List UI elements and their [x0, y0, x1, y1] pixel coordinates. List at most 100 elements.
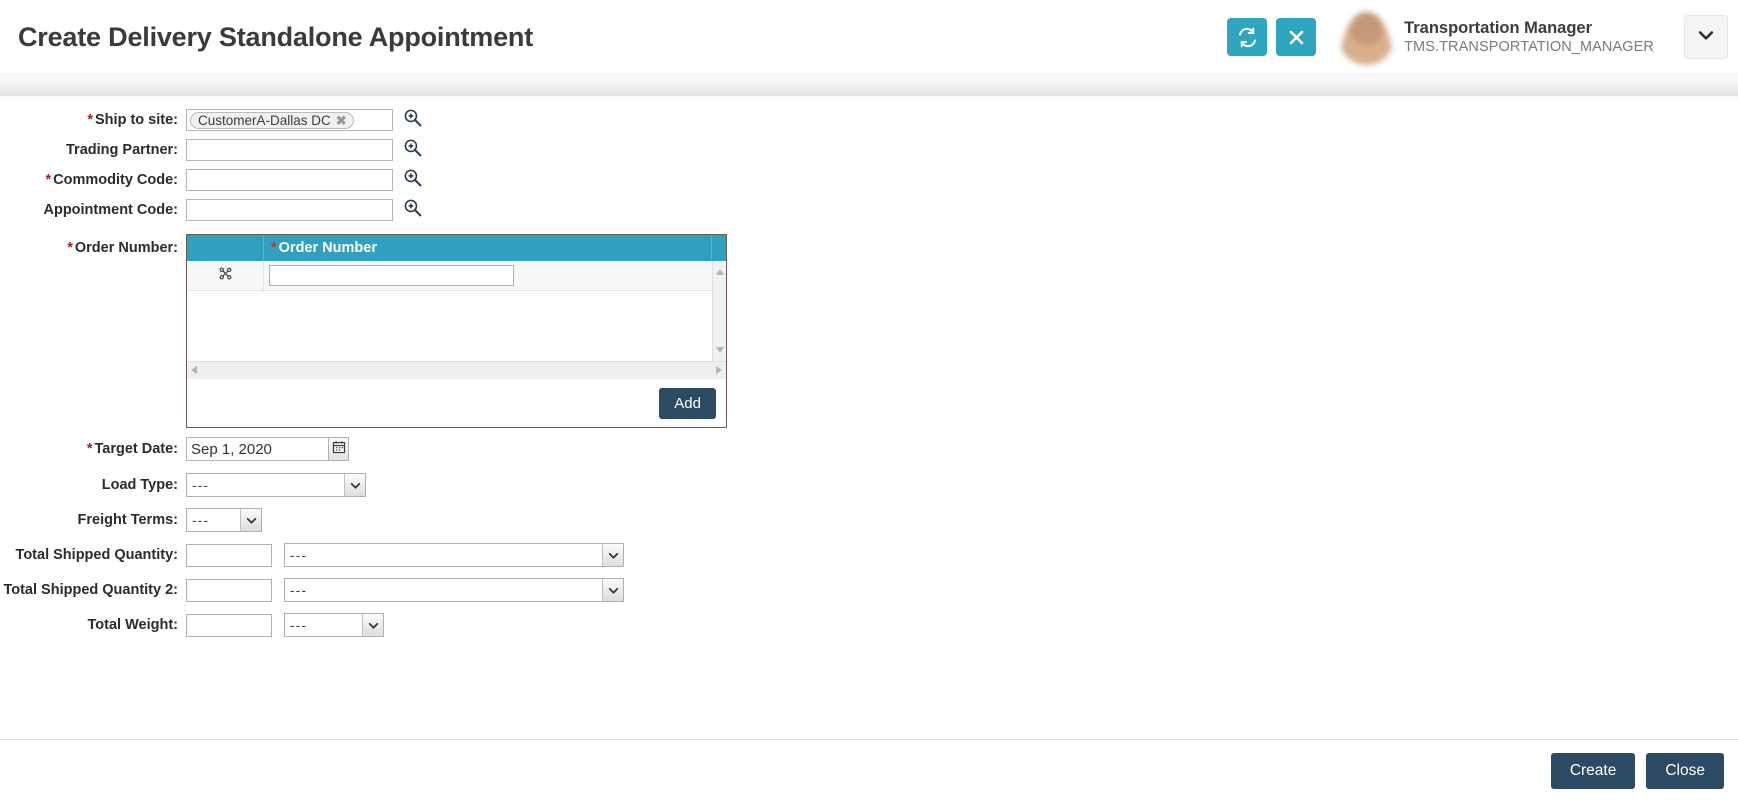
chevron-down-icon: [240, 509, 261, 531]
scroll-right-icon[interactable]: [715, 362, 723, 380]
search-lookup-icon: [403, 168, 422, 192]
page-title: Create Delivery Standalone Appointment: [18, 21, 534, 52]
load-type-select[interactable]: ---: [186, 473, 366, 497]
order-number-label: * Order Number:: [67, 240, 178, 256]
chevron-down-icon: [362, 614, 383, 636]
search-lookup-icon: [403, 198, 422, 222]
scroll-up-icon[interactable]: [715, 263, 725, 281]
required-marker: *: [86, 441, 93, 457]
target-date-label: * Target Date:: [86, 441, 178, 457]
search-lookup-icon: [403, 108, 422, 132]
ship-to-site-chip[interactable]: CustomerA-Dallas DC ✖: [190, 111, 354, 129]
grid-header-order-number: * Order Number: [264, 235, 712, 261]
load-type-label: Load Type:: [101, 477, 178, 493]
grid-body: [187, 261, 726, 361]
field-row-order-number: * Order Number: * Order Number Add: [0, 234, 1738, 428]
freight-terms-select[interactable]: ---: [186, 508, 262, 532]
target-date-calendar-button[interactable]: [328, 437, 349, 461]
grid-header-label: Order Number: [278, 240, 377, 256]
header-actions: Transportation Manager TMS.TRANSPORTATIO…: [1227, 0, 1738, 74]
close-button[interactable]: Close: [1646, 752, 1724, 789]
total-weight-input[interactable]: [186, 613, 272, 637]
field-row-appointment-code: Appointment Code:: [0, 195, 1738, 225]
total-shipped-quantity-uom-select[interactable]: ---: [284, 543, 624, 567]
ship-to-site-input[interactable]: CustomerA-Dallas DC ✖: [186, 109, 393, 131]
order-number-grid: * Order Number Add: [186, 234, 727, 428]
total-weight-uom-select[interactable]: ---: [284, 613, 384, 637]
add-order-button[interactable]: Add: [659, 387, 716, 419]
required-marker: *: [271, 240, 277, 256]
field-row-trading-partner: Trading Partner:: [0, 135, 1738, 165]
total-shipped-quantity-label: Total Shipped Quantity:: [15, 547, 178, 563]
total-weight-label: Total Weight:: [87, 617, 178, 633]
create-button[interactable]: Create: [1550, 752, 1636, 789]
ship-to-site-lookup-button[interactable]: [403, 108, 422, 132]
field-row-load-type: Load Type: ---: [0, 470, 1738, 500]
avatar: [1339, 9, 1395, 65]
field-row-target-date: * Target Date:: [0, 434, 1738, 464]
chip-remove-icon[interactable]: ✖: [336, 114, 347, 127]
total-shipped-quantity-input[interactable]: [186, 543, 272, 567]
total-weight-uom-value: ---: [290, 617, 307, 633]
user-menu-button[interactable]: [1684, 15, 1728, 59]
grid-vertical-scrollbar[interactable]: [712, 261, 726, 361]
toolbar-strip: [0, 74, 1738, 96]
required-marker: *: [45, 172, 52, 188]
freight-terms-label: Freight Terms:: [77, 512, 178, 528]
freight-terms-value: ---: [192, 512, 209, 528]
user-name: Transportation Manager: [1404, 18, 1593, 37]
field-row-total-shipped-quantity: Total Shipped Quantity: ---: [0, 540, 1738, 570]
commodity-code-input[interactable]: [186, 169, 393, 191]
footer-actions: Create Close: [0, 739, 1738, 801]
field-row-total-weight: Total Weight: ---: [0, 610, 1738, 640]
scroll-left-icon[interactable]: [190, 362, 198, 380]
commodity-code-lookup-button[interactable]: [403, 168, 422, 192]
appointment-code-input[interactable]: [186, 199, 393, 221]
user-login: TMS.TRANSPORTATION_MANAGER: [1404, 39, 1654, 56]
table-row: [187, 261, 726, 291]
total-shipped-quantity-2-uom-value: ---: [290, 582, 307, 598]
grid-horizontal-scrollbar[interactable]: [187, 361, 726, 379]
scissors-delete-icon: [218, 266, 233, 286]
total-shipped-quantity-2-label: Total Shipped Quantity 2:: [3, 582, 178, 598]
grid-header-scroll-pad: [712, 235, 726, 261]
refresh-button[interactable]: [1227, 18, 1268, 56]
grid-header-select-col: [187, 235, 264, 261]
trading-partner-input[interactable]: [186, 139, 393, 161]
required-marker: *: [87, 112, 94, 128]
grid-cell-order-number: [264, 261, 726, 290]
required-marker: *: [67, 240, 73, 256]
grid-header-row: * Order Number: [187, 235, 726, 261]
close-window-button[interactable]: [1276, 18, 1317, 56]
chevron-down-icon: [344, 474, 365, 496]
chevron-down-icon: [602, 579, 623, 601]
commodity-code-label: * Commodity Code:: [45, 172, 178, 188]
refresh-icon: [1237, 27, 1258, 48]
field-row-total-shipped-quantity-2: Total Shipped Quantity 2: ---: [0, 575, 1738, 605]
appointment-code-lookup-button[interactable]: [403, 198, 422, 222]
total-shipped-quantity-2-input[interactable]: [186, 578, 272, 602]
toolbar-shadow: [0, 96, 1738, 105]
scroll-down-icon[interactable]: [715, 341, 725, 359]
field-row-commodity-code: * Commodity Code:: [0, 165, 1738, 195]
total-shipped-quantity-2-uom-select[interactable]: ---: [284, 578, 624, 602]
chevron-down-icon: [602, 544, 623, 566]
chip-label: CustomerA-Dallas DC: [198, 112, 331, 128]
close-icon: [1287, 28, 1306, 47]
chevron-down-icon: [1696, 25, 1716, 50]
order-number-input[interactable]: [269, 265, 514, 286]
delete-row-button[interactable]: [187, 261, 264, 290]
ship-to-site-label: * Ship to site:: [87, 112, 178, 128]
appointment-code-label: Appointment Code:: [43, 202, 178, 218]
total-shipped-quantity-uom-value: ---: [290, 547, 307, 563]
search-lookup-icon: [403, 138, 422, 162]
load-type-value: ---: [192, 477, 209, 493]
field-row-ship-to-site: * Ship to site: CustomerA-Dallas DC ✖: [0, 105, 1738, 135]
trading-partner-label: Trading Partner:: [66, 142, 178, 158]
user-info: Transportation Manager TMS.TRANSPORTATIO…: [1404, 18, 1660, 57]
target-date-input[interactable]: [186, 437, 329, 461]
form-body: *Ship to site: CustomerA-Dallas DC ✖ Tr: [0, 105, 1738, 640]
calendar-icon: [332, 440, 346, 459]
trading-partner-lookup-button[interactable]: [403, 138, 422, 162]
field-row-freight-terms: Freight Terms: ---: [0, 505, 1738, 535]
